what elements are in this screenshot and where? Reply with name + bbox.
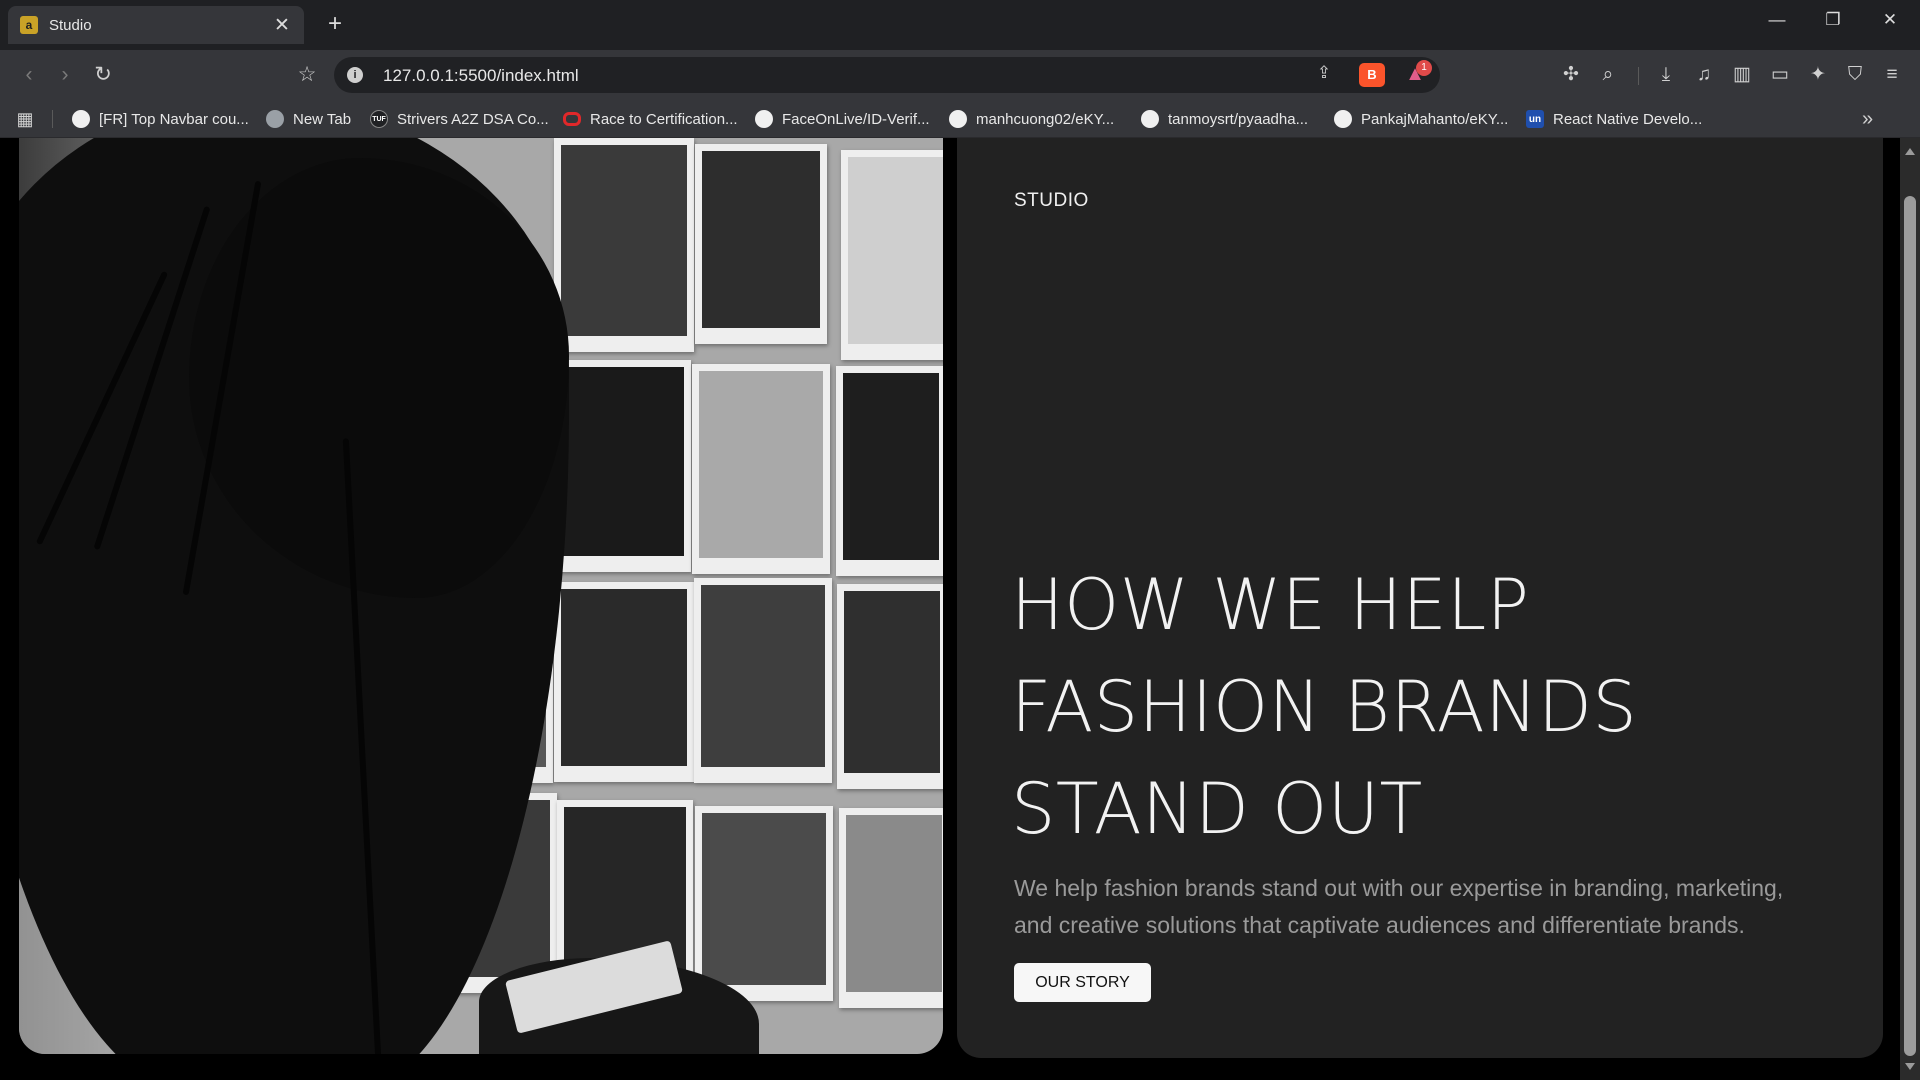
bookmark-label: Race to Certification... [590, 110, 738, 128]
wall-poster [695, 144, 827, 344]
brave-shields-icon[interactable]: B [1359, 63, 1385, 87]
tab-title: Studio [49, 16, 92, 34]
wall-poster [695, 806, 833, 1001]
bookmark-page-icon[interactable]: ☆ [292, 62, 322, 88]
media-icon[interactable]: ♫ [1690, 62, 1718, 88]
new-tab-button[interactable]: + [320, 10, 350, 38]
bookmark-item[interactable]: manhcuong02/eKY... [949, 108, 1114, 130]
bookmark-item[interactable]: PankajMahanto/eKY... [1334, 108, 1508, 130]
url-text[interactable]: 127.0.0.1:5500/index.html [383, 66, 579, 86]
bookmarks-divider [52, 110, 53, 128]
wall-poster [692, 364, 830, 574]
wall-poster [841, 150, 943, 360]
wallet-icon[interactable]: ▭ [1766, 62, 1794, 88]
unstop-icon: un [1526, 110, 1544, 128]
globe-icon [266, 110, 284, 128]
minimize-button[interactable]: — [1757, 10, 1797, 30]
bookmark-item[interactable]: TUF Strivers A2Z DSA Co... [370, 108, 549, 130]
hero-text-panel: STUDIO HOW WE HELP FASHION BRANDS STAND … [957, 138, 1883, 1058]
bookmark-label: manhcuong02/eKY... [976, 110, 1115, 128]
address-bar[interactable]: i 127.0.0.1:5500/index.html ⇪ B ▲ [334, 57, 1440, 93]
tab-studio[interactable]: a Studio ✕ [8, 6, 304, 44]
bookmark-item[interactable]: Race to Certification... [563, 108, 738, 130]
bookmark-item[interactable]: tanmoysrt/pyaadha... [1141, 108, 1308, 130]
github-icon [1141, 110, 1159, 128]
vpn-icon[interactable]: ⛉ [1841, 62, 1869, 88]
screenshot-icon[interactable]: ⌕ [1594, 62, 1622, 88]
rewards-badge: 1 [1416, 60, 1432, 76]
leo-ai-icon[interactable]: ✦ [1804, 62, 1832, 88]
bookmark-label: FaceOnLive/ID-Verif... [782, 110, 930, 128]
apps-grid-icon[interactable]: ▦ [14, 108, 36, 130]
hero-description: We help fashion brands stand out with ou… [1014, 875, 1784, 938]
toolbar-divider [1638, 67, 1639, 85]
brand-logo[interactable]: STUDIO [1014, 190, 1089, 212]
scroll-down-icon[interactable] [1905, 1063, 1915, 1070]
github-icon [755, 110, 773, 128]
bookmark-label: tanmoysrt/pyaadha... [1168, 110, 1309, 128]
hero-headline: HOW WE HELP FASHION BRANDS STAND OUT [1011, 554, 1851, 860]
browser-toolbar: ‹ › ↻ ☆ i 127.0.0.1:5500/index.html ⇪ B … [0, 50, 1920, 100]
bookmark-item[interactable]: un React Native Develo... [1526, 108, 1702, 130]
scroll-up-icon[interactable] [1905, 148, 1915, 155]
our-story-button[interactable]: OUR STORY [1014, 963, 1151, 1002]
wall-poster [554, 582, 694, 782]
hero-image [19, 138, 943, 1054]
wall-poster [551, 360, 691, 572]
wall-poster [694, 578, 832, 783]
bookmark-item[interactable]: [FR] Top Navbar cou... [72, 108, 249, 130]
github-icon [949, 110, 967, 128]
bookmark-label: PankajMahanto/eKY... [1361, 110, 1509, 128]
page-viewport: STUDIO HOW WE HELP FASHION BRANDS STAND … [0, 138, 1920, 1080]
more-bookmarks-icon[interactable]: » [1862, 108, 1873, 131]
headline-line: HOW WE HELP [1011, 564, 1530, 646]
bookmarks-bar: ▦ [FR] Top Navbar cou... New Tab TUF Str… [0, 100, 1920, 138]
share-icon[interactable]: ⇪ [1311, 63, 1337, 87]
bookmark-label: React Native Develo... [1553, 110, 1703, 128]
headline-line: STAND OUT [1011, 768, 1423, 850]
github-icon [1334, 110, 1352, 128]
bookmark-item[interactable]: FaceOnLive/ID-Verif... [755, 108, 930, 130]
back-button[interactable]: ‹ [14, 62, 44, 88]
close-tab-icon[interactable]: ✕ [272, 14, 292, 37]
menu-icon[interactable]: ≡ [1878, 62, 1906, 88]
bookmark-label: New Tab [293, 110, 352, 128]
github-icon [72, 110, 90, 128]
wall-poster [836, 366, 943, 576]
site-favicon-icon: a [20, 16, 38, 34]
page-scrollbar[interactable] [1900, 138, 1920, 1080]
site-info-icon[interactable]: i [347, 67, 363, 83]
restore-button[interactable]: ❐ [1813, 10, 1853, 30]
extensions-icon[interactable]: ✣ [1557, 62, 1585, 88]
tuf-icon: TUF [370, 110, 388, 128]
oracle-icon [563, 112, 581, 126]
close-window-button[interactable]: ✕ [1870, 10, 1910, 30]
headline-line: FASHION BRANDS [1011, 666, 1638, 748]
sidebar-icon[interactable]: ▥ [1728, 62, 1756, 88]
scrollbar-thumb[interactable] [1904, 196, 1916, 1056]
reload-button[interactable]: ↻ [88, 62, 118, 88]
wall-poster [554, 138, 694, 352]
wall-poster [839, 808, 943, 1008]
bookmark-label: [FR] Top Navbar cou... [99, 110, 249, 128]
wall-poster [837, 584, 943, 789]
download-icon[interactable]: ⤓ [1652, 62, 1680, 88]
forward-button[interactable]: › [50, 62, 80, 88]
bookmark-item[interactable]: New Tab [266, 108, 351, 130]
bookmark-label: Strivers A2Z DSA Co... [397, 110, 549, 128]
tab-strip: a Studio ✕ + — ❐ ✕ [0, 0, 1920, 50]
